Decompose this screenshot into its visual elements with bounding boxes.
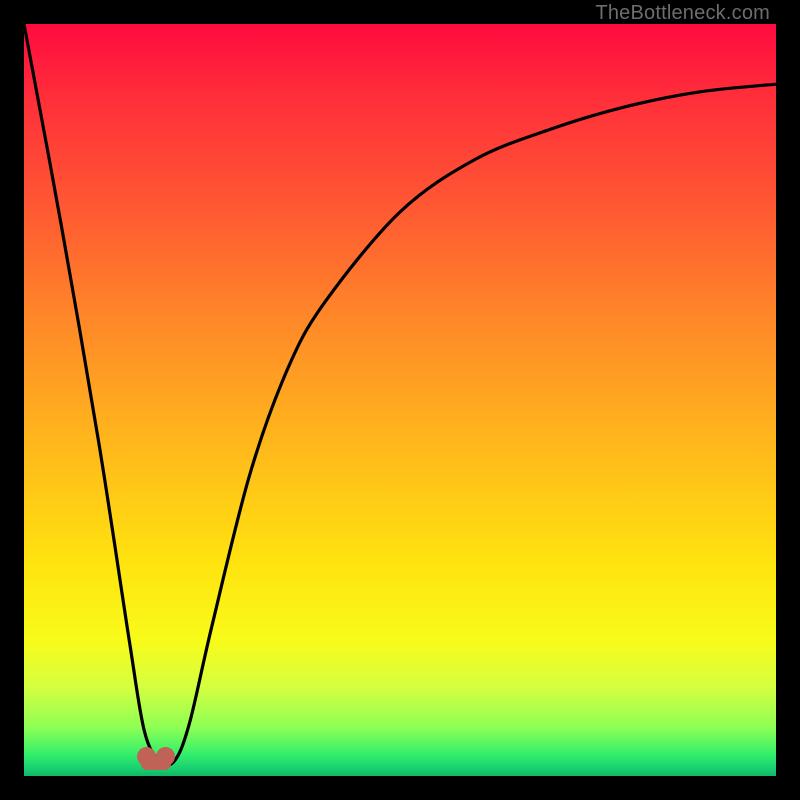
- attribution-watermark: TheBottleneck.com: [595, 2, 770, 25]
- min-marker: [137, 747, 175, 775]
- chart-frame: [24, 24, 776, 776]
- bottleneck-curve: [24, 24, 776, 776]
- min-marker-bar: [141, 756, 171, 770]
